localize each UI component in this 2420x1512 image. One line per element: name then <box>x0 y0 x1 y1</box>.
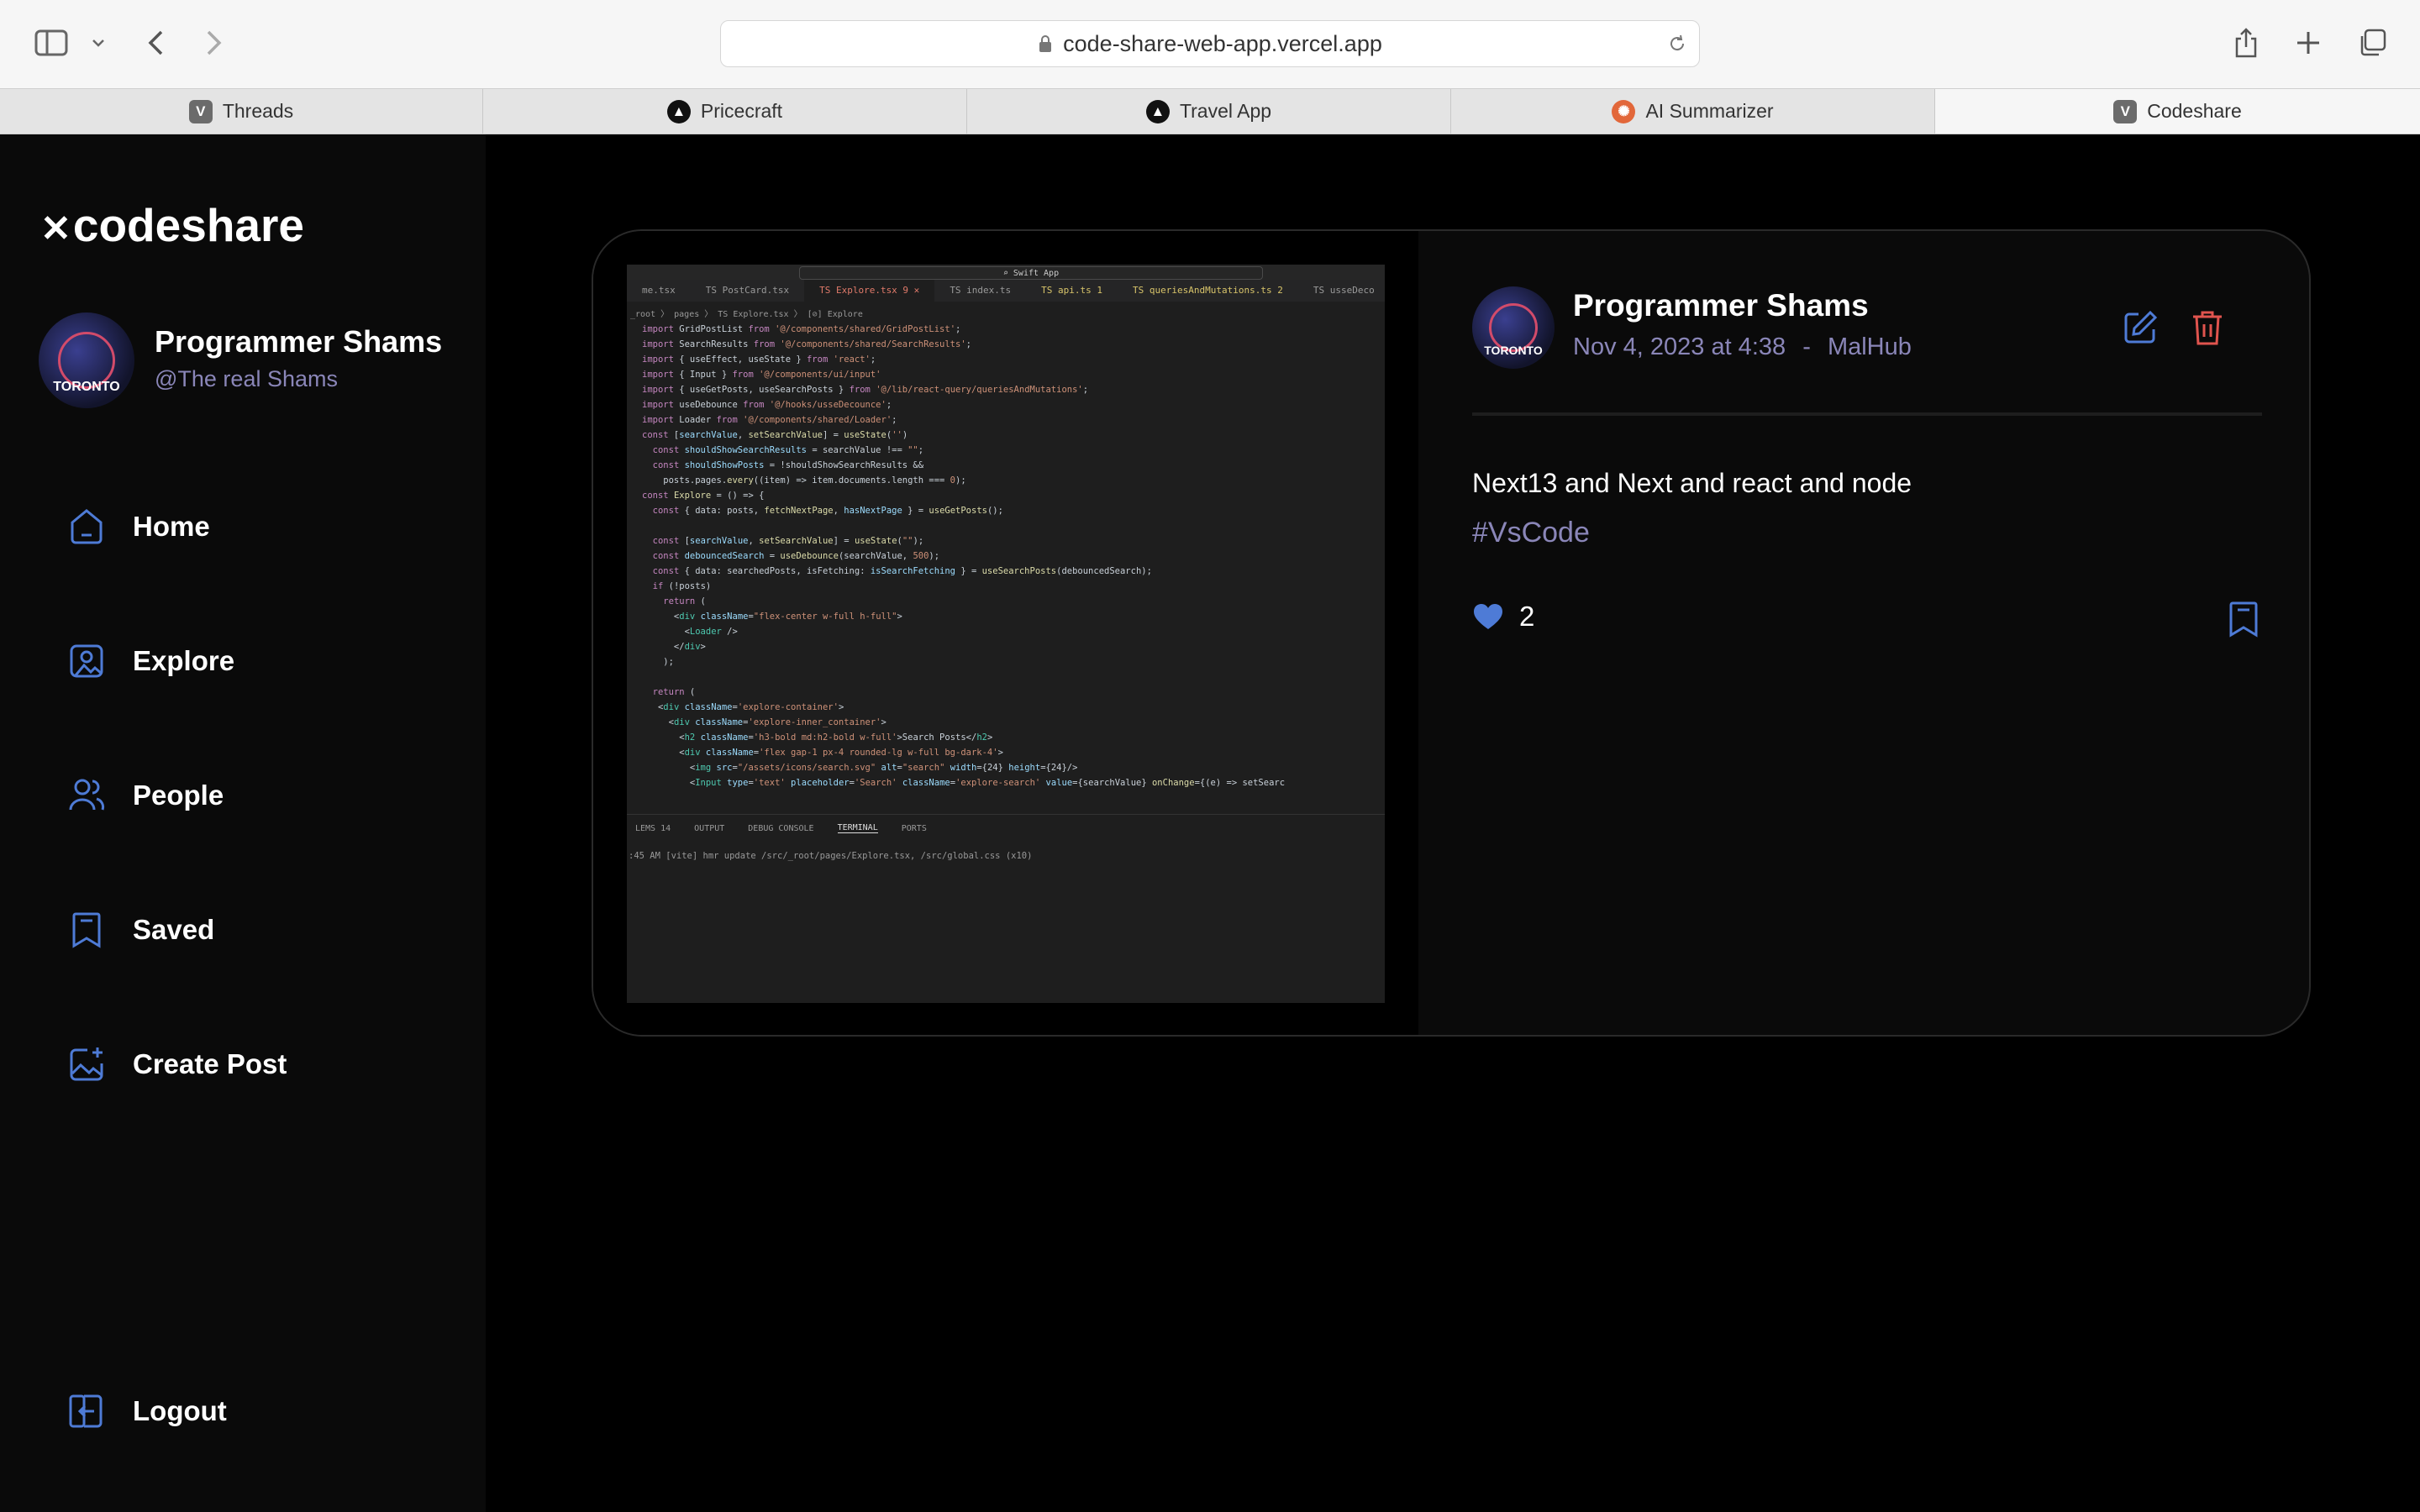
editor-search: ⌕ Swift App <box>799 266 1263 280</box>
back-arrow-icon[interactable] <box>134 22 176 64</box>
panel-tab: OUTPUT <box>694 823 725 833</box>
sidebar-item-create-post[interactable]: Create Post <box>67 1039 287 1089</box>
post-card: ⌕ Swift App me.tsx TS PostCard.tsx TS Ex… <box>592 229 2311 1037</box>
logo-x-icon: ✕ <box>40 208 71 249</box>
address-bar[interactable]: code-share-web-app.vercel.app <box>720 20 1700 67</box>
sidebar-item-home[interactable]: Home <box>67 501 210 552</box>
trash-icon <box>2193 311 2222 345</box>
triangle-icon: ▲ <box>666 99 691 123</box>
sidebar-item-label: People <box>133 780 224 811</box>
edit-post-button[interactable] <box>2119 307 2161 349</box>
editor-tab: TS queriesAndMutations.ts 2 <box>1133 285 1283 296</box>
panel-tab: TERMINAL <box>837 823 878 833</box>
tab-threads[interactable]: V Threads <box>0 89 483 134</box>
avatar[interactable]: TORONTO <box>39 312 134 408</box>
post-caption: Next13 and Next and react and node <box>1472 468 1912 498</box>
editor-tab: TS Explore.tsx 9 ✕ <box>804 280 935 302</box>
share-icon[interactable] <box>2225 22 2267 64</box>
logout-button[interactable]: Logout <box>67 1386 227 1436</box>
meta-separator: - <box>1802 333 1811 360</box>
post-tags[interactable]: #VsCode <box>1472 517 1590 549</box>
tab-label: Travel App <box>1179 100 1272 122</box>
tab-label: Threads <box>222 100 294 122</box>
editor-breadcrumb: _root 〉 pages 〉 TS Explore.tsx 〉 [⊘] Exp… <box>630 310 863 319</box>
sidebar-item-label: Explore <box>133 645 235 676</box>
ai-logo-icon: ✺ <box>1612 99 1636 123</box>
triangle-icon: ▲ <box>1145 99 1170 123</box>
tab-overview-icon[interactable] <box>2351 22 2393 64</box>
editor-tab: TS usseDeco <box>1313 285 1375 296</box>
profile-name[interactable]: Programmer Shams <box>155 324 442 360</box>
sidebar-item-saved[interactable]: Saved <box>67 905 214 955</box>
post-meta: Nov 4, 2023 at 4:38 - MalHub <box>1573 333 1912 361</box>
tab-ai-summarizer[interactable]: ✺ AI Summarizer <box>1451 89 1935 134</box>
app-logo[interactable]: ✕codeshare <box>40 198 304 252</box>
sidebar-item-label: Home <box>133 511 210 542</box>
sidebar-item-label: Saved <box>133 914 215 945</box>
post-date: Nov 4, 2023 at 4:38 <box>1573 333 1786 360</box>
like-count: 2 <box>1519 601 1535 632</box>
editor-titlebar: ⌕ Swift App <box>627 265 1385 280</box>
tab-label: AI Summarizer <box>1645 100 1774 122</box>
reload-icon[interactable] <box>1667 34 1687 54</box>
save-post-button[interactable] <box>2223 599 2264 639</box>
editor-tab: TS index.ts <box>950 285 1012 296</box>
post-image-area: ⌕ Swift App me.tsx TS PostCard.tsx TS Ex… <box>593 231 1418 1035</box>
editor-tabs: me.tsx TS PostCard.tsx TS Explore.tsx 9 … <box>627 280 1385 302</box>
bookmark-icon <box>2229 601 2258 638</box>
avatar-text: TORONTO <box>1484 344 1543 358</box>
sidebar-item-people[interactable]: People <box>67 770 224 821</box>
edit-icon <box>2124 310 2158 344</box>
tab-label: Codeshare <box>2147 100 2242 122</box>
post-divider <box>1472 412 2262 416</box>
post-author-name[interactable]: Programmer Shams <box>1573 288 1869 323</box>
editor-tab: TS api.ts 1 <box>1041 285 1103 296</box>
logout-icon <box>69 1394 103 1428</box>
gallery-icon <box>70 644 103 678</box>
editor-tab: me.tsx <box>642 285 676 296</box>
editor-panel-tabs: LEMS 14 OUTPUT DEBUG CONSOLE TERMINAL PO… <box>627 814 1385 842</box>
url-text: code-share-web-app.vercel.app <box>1063 30 1382 56</box>
like-button[interactable]: 2 <box>1472 601 1534 633</box>
vercel-icon: V <box>188 99 213 123</box>
code-content: import GridPostList from '@/components/s… <box>642 324 1286 788</box>
author-avatar[interactable]: TORONTO <box>1472 286 1555 369</box>
tab-codeshare[interactable]: V Codeshare <box>1935 89 2420 134</box>
avatar-text: TORONTO <box>53 380 120 395</box>
panel-tab: PORTS <box>901 823 927 833</box>
logout-label: Logout <box>133 1395 227 1426</box>
panel-tab: DEBUG CONSOLE <box>748 823 814 833</box>
heart-icon <box>1474 604 1502 629</box>
sidebar-item-label: Create Post <box>133 1048 287 1079</box>
editor-tab: TS PostCard.tsx <box>705 285 790 296</box>
new-tab-icon[interactable] <box>2287 22 2329 64</box>
tab-bar: V Threads ▲ Pricecraft ▲ Travel App ✺ AI Sum… <box>0 88 2420 134</box>
sidebar-item-explore[interactable]: Explore <box>67 636 234 686</box>
image-add-icon <box>70 1047 103 1081</box>
browser-toolbar: code-share-web-app.vercel.app <box>0 0 2420 88</box>
lock-icon <box>1039 35 1052 52</box>
logo-text: codeshare <box>72 199 305 251</box>
chevron-down-icon[interactable] <box>77 22 119 64</box>
post-image[interactable]: ⌕ Swift App me.tsx TS PostCard.tsx TS Ex… <box>627 265 1385 1003</box>
forward-arrow-icon[interactable] <box>193 22 235 64</box>
sidebar: ✕codeshare TORONTO Programmer Shams @The… <box>0 134 486 1512</box>
bookmark-icon <box>72 912 101 948</box>
people-icon <box>69 779 105 811</box>
tab-travel-app[interactable]: ▲ Travel App <box>967 89 1451 134</box>
post-location: MalHub <box>1827 333 1912 360</box>
panel-tab: LEMS 14 <box>635 823 671 833</box>
tab-label: Pricecraft <box>700 100 783 122</box>
terminal-output: :45 AM [vite] hmr update /src/_root/page… <box>629 851 1033 861</box>
sidebar-toggle-icon[interactable] <box>30 22 72 64</box>
vercel-icon: V <box>2113 99 2138 123</box>
delete-post-button[interactable] <box>2186 307 2228 349</box>
profile-handle: @The real Shams <box>155 366 338 391</box>
home-icon <box>71 509 103 544</box>
tab-pricecraft[interactable]: ▲ Pricecraft <box>483 89 967 134</box>
